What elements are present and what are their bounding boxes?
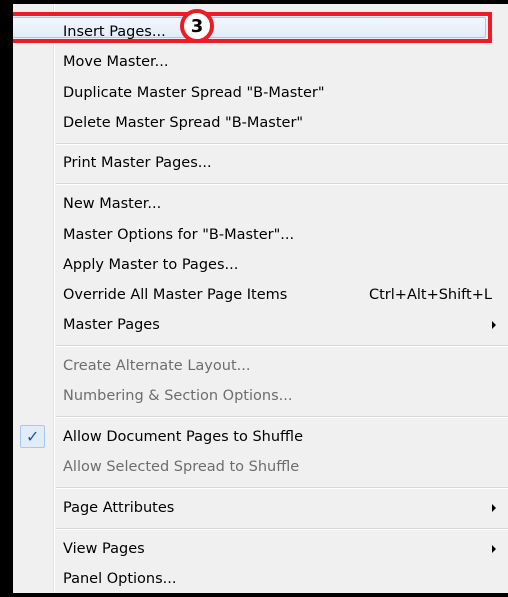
menu-item-create-alternate-layout: Create Alternate Layout... <box>13 351 508 381</box>
menu-item-label: Duplicate Master Spread "B-Master" <box>63 85 325 101</box>
menu-item-duplicate-master-spread[interactable]: Duplicate Master Spread "B-Master" <box>13 78 508 108</box>
menu-item-shortcut: Ctrl+Alt+Shift+L <box>369 287 492 303</box>
menu-item-label: Allow Selected Spread to Shuffle <box>63 459 300 475</box>
menu-item-label: Page Attributes <box>63 500 175 516</box>
submenu-arrow-icon <box>492 321 496 329</box>
checkmark-box: ✓ <box>20 425 45 448</box>
menu-item-label: New Master... <box>63 196 162 212</box>
menu-item-master-pages[interactable]: Master Pages <box>13 310 508 340</box>
menu-item-label: Master Pages <box>63 317 160 333</box>
menu-item-label: Print Master Pages... <box>63 155 212 171</box>
menu-separator <box>56 143 508 145</box>
menu-separator <box>56 487 508 489</box>
image-border <box>0 0 508 4</box>
menu-item-label: View Pages <box>63 541 145 557</box>
callout-number-badge: 3 <box>180 9 214 43</box>
checkmark-icon: ✓ <box>26 427 40 446</box>
menu-separator <box>56 416 508 418</box>
image-border <box>0 0 13 597</box>
menu-item-allow-selected-spread-to-shuffle: Allow Selected Spread to Shuffle <box>13 452 508 482</box>
menu-item-label: Numbering & Section Options... <box>63 388 293 404</box>
submenu-arrow-icon <box>492 545 496 553</box>
menu-item-label: Master Options for "B-Master"... <box>63 227 295 243</box>
menu-item-apply-master-to-pages[interactable]: Apply Master to Pages... <box>13 250 508 280</box>
context-menu: Insert Pages... Move Master... Duplicate… <box>13 4 508 593</box>
menu-item-label: Move Master... <box>63 54 169 70</box>
menu-item-label: Create Alternate Layout... <box>63 358 251 374</box>
menu-item-panel-options[interactable]: Panel Options... <box>13 564 508 594</box>
menu-separator <box>56 345 508 347</box>
menu-item-label-overlay: Insert Pages... <box>63 24 166 40</box>
menu-item-label: Panel Options... <box>63 571 177 587</box>
menu-separator <box>56 183 508 185</box>
screenshot-frame: Insert Pages... Move Master... Duplicate… <box>0 0 508 597</box>
menu-item-label: Allow Document Pages to Shuffle <box>63 429 304 445</box>
menu-item-label: Override All Master Page Items <box>63 287 288 303</box>
menu-item-label: Apply Master to Pages... <box>63 257 239 273</box>
menu-item-page-attributes[interactable]: Page Attributes <box>13 493 508 523</box>
menu-item-numbering-section-options: Numbering & Section Options... <box>13 381 508 411</box>
menu-item-override-master-page-items[interactable]: Override All Master Page Items Ctrl+Alt+… <box>13 280 508 310</box>
menu-item-delete-master-spread[interactable]: Delete Master Spread "B-Master" <box>13 108 508 138</box>
menu-item-label: Delete Master Spread "B-Master" <box>63 115 304 131</box>
submenu-arrow-icon <box>492 504 496 512</box>
menu-item-move-master[interactable]: Move Master... <box>13 47 508 77</box>
menu-separator <box>56 528 508 530</box>
menu-item-view-pages[interactable]: View Pages <box>13 534 508 564</box>
menu-item-print-master-pages[interactable]: Print Master Pages... <box>13 148 508 178</box>
image-border <box>0 593 508 597</box>
menu-item-master-options[interactable]: Master Options for "B-Master"... <box>13 220 508 250</box>
menu-item-new-master[interactable]: New Master... <box>13 189 508 219</box>
menu-item-allow-document-pages-to-shuffle[interactable]: ✓ Allow Document Pages to Shuffle <box>13 422 508 452</box>
